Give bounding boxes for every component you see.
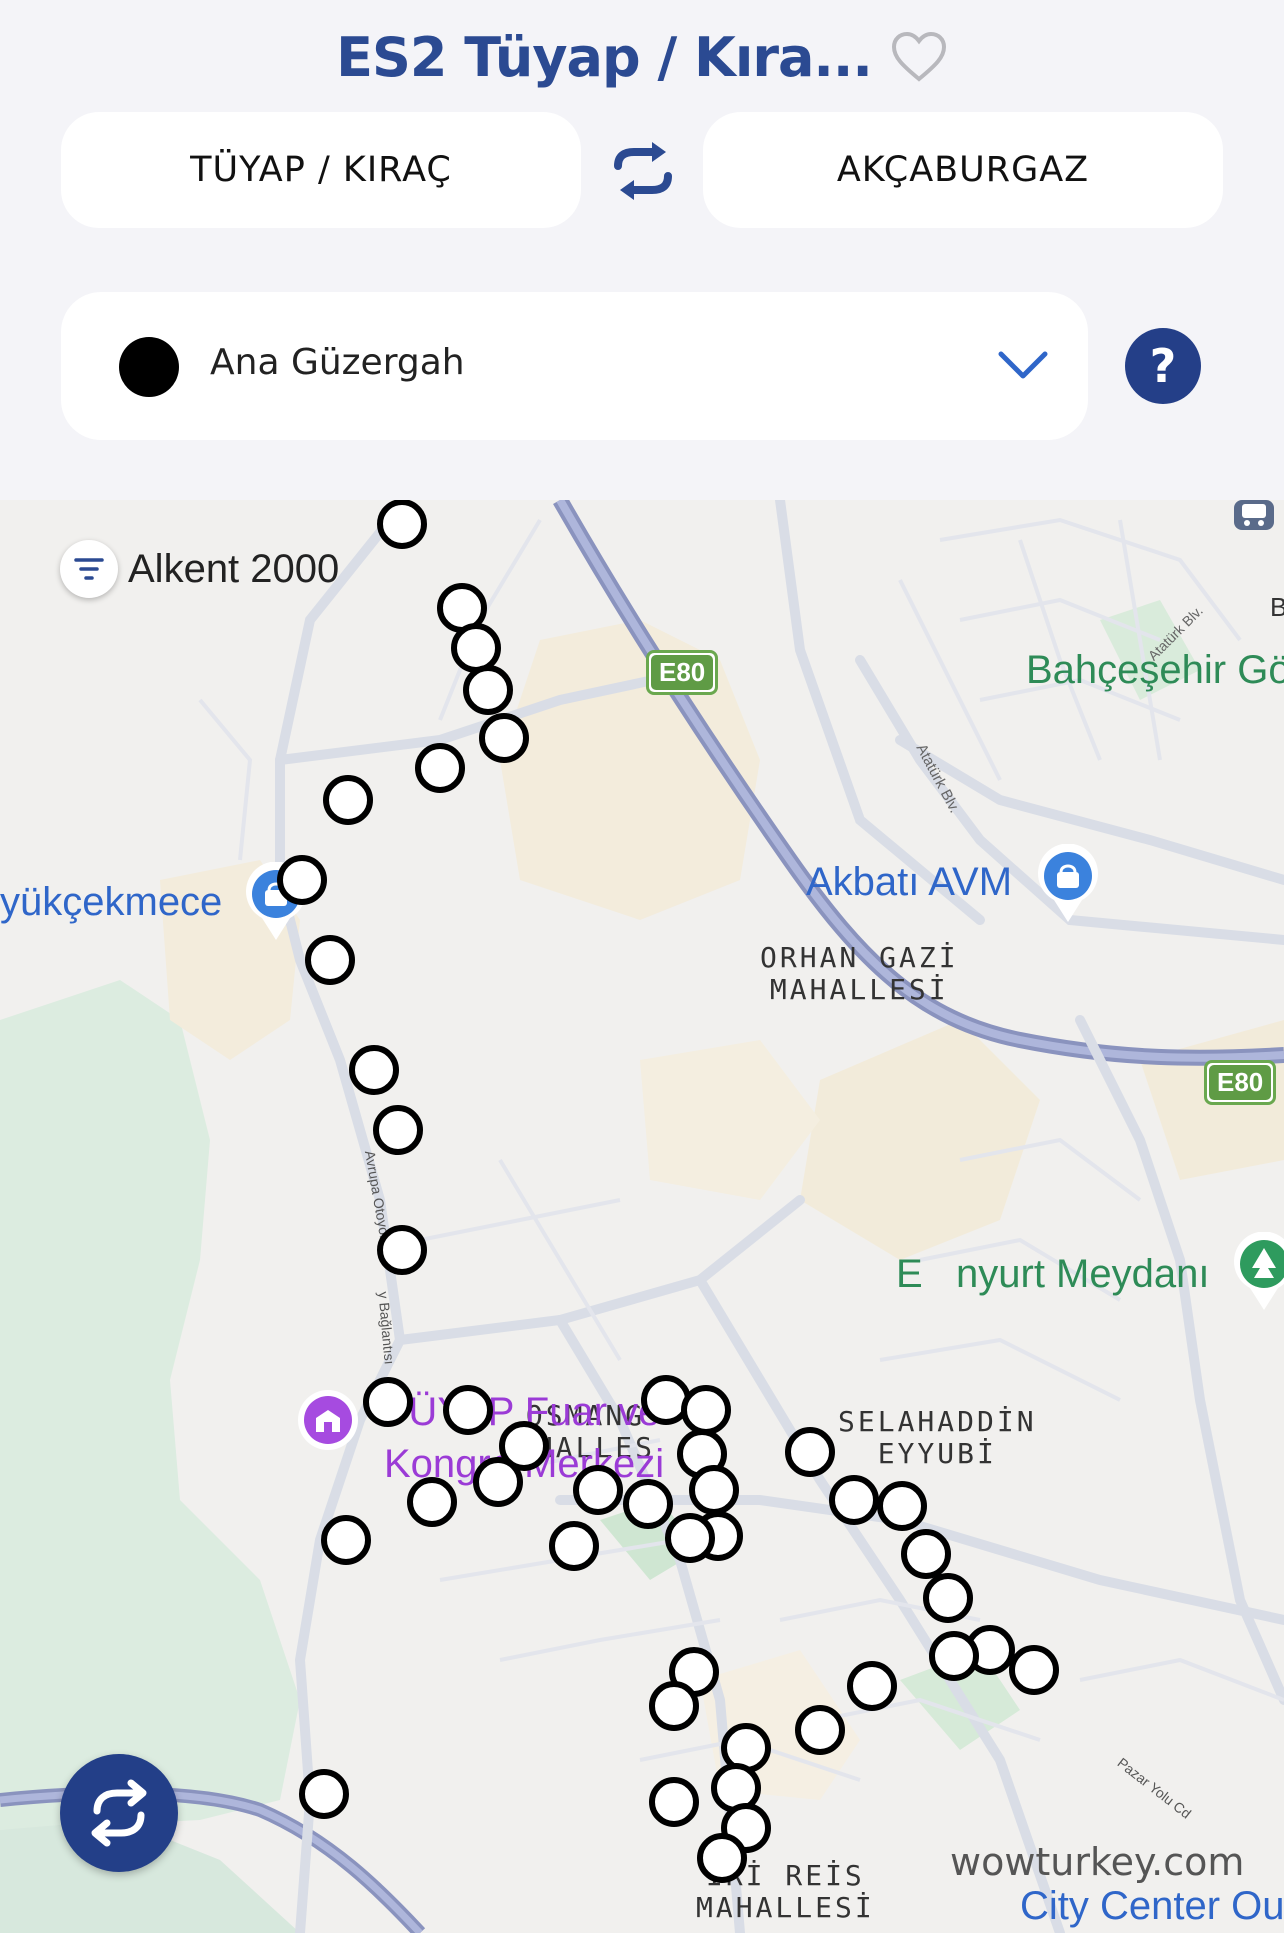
watermark: wowturkey.com xyxy=(950,1840,1245,1884)
from-stop-button[interactable]: TÜYAP / KIRAÇ xyxy=(61,112,581,228)
bus-stop-marker[interactable] xyxy=(689,1465,739,1515)
route-color-dot xyxy=(119,337,179,397)
bus-stop-marker[interactable] xyxy=(349,1045,399,1095)
bus-stop-marker[interactable] xyxy=(573,1465,623,1515)
map-base xyxy=(0,500,1284,1933)
bus-stop-marker[interactable] xyxy=(443,1385,493,1435)
from-stop-label: TÜYAP / KIRAÇ xyxy=(190,150,452,190)
highway-label: E80 xyxy=(651,655,714,690)
help-label: ? xyxy=(1149,339,1177,393)
district-label: SELAHADDİN EYYUBİ xyxy=(838,1405,1037,1470)
highway-shield: E80 xyxy=(1204,1060,1277,1105)
bus-stop-marker[interactable] xyxy=(923,1573,973,1623)
park-pin-icon[interactable] xyxy=(1232,1232,1284,1312)
refresh-button[interactable] xyxy=(60,1754,178,1872)
page-title: ES2 Tüyap / Kıra... xyxy=(0,22,1284,92)
shopping-pin-icon[interactable] xyxy=(1036,844,1100,924)
to-stop-button[interactable]: AKÇABURGAZ xyxy=(703,112,1223,228)
venue-pin-icon[interactable] xyxy=(296,1388,360,1452)
district-label: ORHAN GAZİ MAHALLESİ xyxy=(760,941,959,1006)
bus-stop-marker[interactable] xyxy=(373,1105,423,1155)
bus-stop-marker[interactable] xyxy=(697,1833,747,1883)
bus-stop-marker[interactable] xyxy=(549,1521,599,1571)
bus-stop-marker[interactable] xyxy=(795,1705,845,1755)
heart-icon[interactable] xyxy=(890,31,948,83)
highway-label: E80 xyxy=(1209,1065,1272,1100)
help-button[interactable]: ? xyxy=(1125,328,1201,404)
route-map[interactable]: E80 E80 Atatürk Blv. Atatürk Blv. Avrupa… xyxy=(0,500,1284,1933)
bus-stop-marker[interactable] xyxy=(929,1631,979,1681)
filter-icon[interactable] xyxy=(60,540,118,598)
train-station-icon[interactable] xyxy=(1232,500,1276,532)
bus-stop-marker[interactable] xyxy=(277,855,327,905)
bus-stop-marker[interactable] xyxy=(901,1529,951,1579)
chevron-down-icon xyxy=(998,351,1048,379)
bus-stop-marker[interactable] xyxy=(299,1769,349,1819)
edge-label: B xyxy=(1270,592,1284,622)
line-title: ES2 Tüyap / Kıra... xyxy=(336,25,873,89)
bus-stop-marker[interactable] xyxy=(377,1225,427,1275)
poi-label: City Center Ou xyxy=(1020,1884,1284,1928)
highway-shield: E80 xyxy=(646,650,719,695)
bus-stop-marker[interactable] xyxy=(321,1515,371,1565)
location-label: Alkent 2000 xyxy=(128,546,340,591)
bus-stop-marker[interactable] xyxy=(473,1457,523,1507)
bus-stop-marker[interactable] xyxy=(1009,1645,1059,1695)
poi-label: yükçekmece xyxy=(0,880,223,924)
bus-stop-marker[interactable] xyxy=(377,500,427,549)
refresh-icon xyxy=(91,1779,147,1847)
bus-stop-marker[interactable] xyxy=(415,743,465,793)
bus-stop-marker[interactable] xyxy=(649,1777,699,1827)
bus-stop-marker[interactable] xyxy=(877,1481,927,1531)
poi-label: E nyurt Meydanı xyxy=(896,1252,1210,1296)
location-chip[interactable]: Alkent 2000 xyxy=(60,540,339,598)
bus-stop-marker[interactable] xyxy=(649,1681,699,1731)
bus-stop-marker[interactable] xyxy=(681,1385,731,1435)
bus-stop-marker[interactable] xyxy=(829,1475,879,1525)
route-selector[interactable]: Ana Güzergah xyxy=(61,292,1088,440)
poi-label: Akbatı AVM xyxy=(806,860,1013,904)
bus-stop-marker[interactable] xyxy=(323,775,373,825)
to-stop-label: AKÇABURGAZ xyxy=(836,150,1090,190)
bus-stop-marker[interactable] xyxy=(785,1427,835,1477)
bus-stop-marker[interactable] xyxy=(363,1377,413,1427)
bus-stop-marker[interactable] xyxy=(407,1477,457,1527)
route-label: Ana Güzergah xyxy=(210,342,465,383)
bus-stop-marker[interactable] xyxy=(847,1661,897,1711)
bus-stop-marker[interactable] xyxy=(623,1479,673,1529)
bus-stop-marker[interactable] xyxy=(463,665,513,715)
poi-label: Bahçeşehir Gö xyxy=(1026,648,1284,692)
bus-stop-marker[interactable] xyxy=(665,1513,715,1563)
swap-direction-icon[interactable] xyxy=(612,140,674,202)
bus-stop-marker[interactable] xyxy=(479,713,529,763)
bus-stop-marker[interactable] xyxy=(305,935,355,985)
